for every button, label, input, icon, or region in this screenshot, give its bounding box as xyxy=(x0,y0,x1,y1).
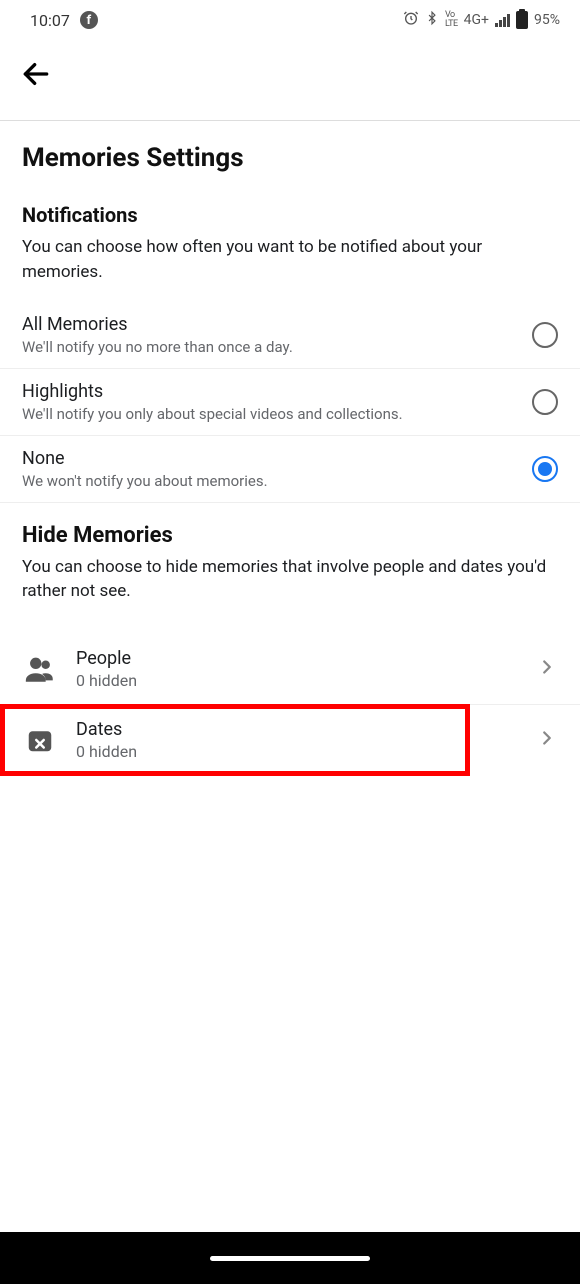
hide-people-row[interactable]: People 0 hidden xyxy=(0,634,580,705)
chevron-right-icon xyxy=(536,727,558,753)
option-all-memories[interactable]: All Memories We'll notify you no more th… xyxy=(0,302,580,369)
option-title: Highlights xyxy=(22,381,532,402)
radio-none[interactable] xyxy=(532,456,558,482)
people-icon xyxy=(22,651,58,687)
status-time: 10:07 xyxy=(30,11,70,30)
option-title: None xyxy=(22,448,532,469)
option-none[interactable]: None We won't notify you about memories. xyxy=(0,436,580,503)
chevron-right-icon xyxy=(536,656,558,682)
option-text: All Memories We'll notify you no more th… xyxy=(22,314,532,356)
bluetooth-icon xyxy=(425,10,439,30)
option-sub: We won't notify you about memories. xyxy=(22,472,532,490)
facebook-icon: f xyxy=(80,11,98,29)
signal-icon xyxy=(495,13,510,27)
navigation-bar xyxy=(0,1232,580,1284)
notifications-title: Notifications xyxy=(0,193,580,233)
option-title: All Memories xyxy=(22,314,532,335)
back-button[interactable] xyxy=(18,56,54,92)
header xyxy=(0,36,580,120)
option-text: None We won't notify you about memories. xyxy=(22,448,532,490)
hide-text: Dates 0 hidden xyxy=(76,719,448,761)
hide-text: People 0 hidden xyxy=(76,648,558,690)
page-title: Memories Settings xyxy=(0,121,580,193)
status-right: VoLTE 4G+ 95% xyxy=(403,10,560,30)
network-label: 4G+ xyxy=(464,12,489,28)
radio-highlights[interactable] xyxy=(532,389,558,415)
radio-all-memories[interactable] xyxy=(532,322,558,348)
option-text: Highlights We'll notify you only about s… xyxy=(22,381,532,423)
hide-memories-title: Hide Memories xyxy=(0,503,580,554)
battery-icon xyxy=(516,11,528,29)
hide-title: Dates xyxy=(76,719,448,740)
alarm-icon xyxy=(403,10,419,30)
battery-percent: 95% xyxy=(534,12,560,28)
home-indicator[interactable] xyxy=(210,1256,370,1261)
hide-sub: 0 hidden xyxy=(76,671,558,690)
calendar-x-icon xyxy=(22,722,58,758)
hide-dates-row[interactable]: Dates 0 hidden xyxy=(0,704,470,776)
status-left: 10:07 f xyxy=(30,11,98,30)
hide-sub: 0 hidden xyxy=(76,742,448,761)
option-highlights[interactable]: Highlights We'll notify you only about s… xyxy=(0,369,580,436)
option-sub: We'll notify you only about special vide… xyxy=(22,405,532,423)
status-bar: 10:07 f VoLTE 4G+ 95% xyxy=(0,0,580,36)
hide-memories-desc: You can choose to hide memories that inv… xyxy=(0,554,580,634)
hide-title: People xyxy=(76,648,558,669)
option-sub: We'll notify you no more than once a day… xyxy=(22,338,532,356)
volte-icon: VoLTE xyxy=(445,11,458,29)
notifications-desc: You can choose how often you want to be … xyxy=(0,233,580,302)
